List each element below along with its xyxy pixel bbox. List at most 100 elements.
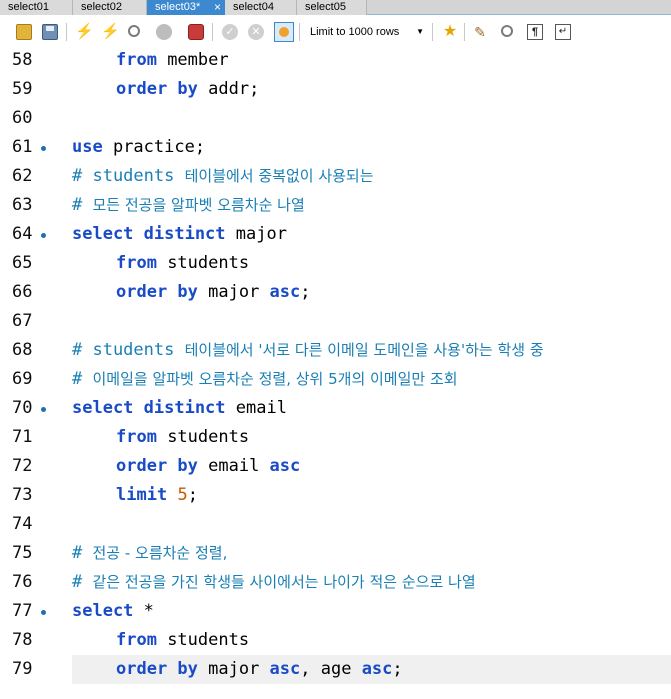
sql-text: major: [197, 659, 270, 679]
editor-line[interactable]: 64 select distinct major: [0, 220, 671, 249]
row-limit-label: Limit to 1000 rows: [310, 26, 400, 38]
sql-text: , age: [300, 659, 362, 679]
sql-text: students: [156, 427, 250, 447]
sql-keyword: from: [116, 253, 157, 273]
line-number: 76: [12, 572, 33, 592]
line-number: 64: [12, 224, 33, 244]
line-number: 68: [12, 340, 33, 360]
sql-text: ;: [392, 659, 403, 679]
editor-line[interactable]: 66 order by major asc;: [0, 278, 671, 307]
toolbar-separator: [432, 23, 433, 41]
sql-text: students: [156, 630, 250, 650]
toggle-error-icon[interactable]: [188, 24, 204, 40]
invisible-chars-icon[interactable]: ¶: [527, 24, 543, 40]
sql-keyword: select distinct: [72, 398, 226, 418]
commit-icon[interactable]: ✓: [222, 24, 238, 40]
line-number: 77: [12, 601, 33, 621]
word-wrap-icon[interactable]: ↵: [555, 24, 571, 40]
close-icon[interactable]: ×: [214, 0, 221, 14]
line-number: 70: [12, 398, 33, 418]
tab-select03[interactable]: select03* ×: [147, 0, 225, 15]
sql-text: practice;: [102, 137, 206, 157]
editor-line[interactable]: 72 order by email asc: [0, 452, 671, 481]
line-number: 69: [12, 369, 33, 389]
code-text: from students: [72, 249, 249, 278]
code-text: # students 테이블에서 중복없이 사용되는: [72, 162, 374, 191]
editor-line[interactable]: 60: [0, 104, 671, 133]
line-number: 73: [12, 485, 33, 505]
sql-keyword: asc: [269, 282, 301, 302]
editor-line[interactable]: 61 use practice;: [0, 133, 671, 162]
editor-line[interactable]: 73 limit 5;: [0, 481, 671, 510]
tab-select04[interactable]: select04: [225, 0, 297, 15]
editor-line[interactable]: 78 from students: [0, 626, 671, 655]
code-text: from member: [72, 46, 229, 75]
editor-line[interactable]: 69 # 이메일을 알파벳 오름차순 정렬, 상위 5개의 이메일만 조회: [0, 365, 671, 394]
editor-line[interactable]: 77 select *: [0, 597, 671, 626]
chevron-down-icon: ▼: [416, 27, 424, 36]
sql-text: students: [156, 253, 250, 273]
editor-line[interactable]: 79 order by major asc, age asc;: [0, 655, 671, 684]
find-icon[interactable]: [501, 25, 513, 37]
sql-keyword: asc: [361, 659, 393, 679]
sql-comment: 테이블에서 '서로 다른 이메일 도메인을 사용'하는 학생 중: [184, 341, 544, 359]
tab-select01[interactable]: select01: [0, 0, 73, 15]
code-text: order by major asc, age asc;: [72, 655, 403, 684]
autocommit-icon[interactable]: [274, 22, 294, 42]
bookmark-icon[interactable]: ★: [442, 24, 458, 40]
editor-line[interactable]: 58 from member: [0, 46, 671, 75]
line-number: 79: [12, 659, 33, 679]
editor-line[interactable]: 75 # 전공 - 오름차순 정렬,: [0, 539, 671, 568]
rollback-icon[interactable]: ✕: [248, 24, 264, 40]
sql-editor[interactable]: 58 from member 59 order by addr; 60 61 use pra…: [0, 45, 671, 699]
explain-icon[interactable]: [128, 25, 140, 37]
sql-keyword: from: [116, 50, 157, 70]
sql-text: ;: [187, 485, 198, 505]
line-number: 75: [12, 543, 33, 563]
sql-text: member: [156, 50, 229, 70]
editor-line[interactable]: 63 # 모든 전공을 알파벳 오름차순 나열: [0, 191, 671, 220]
tab-label: select04: [233, 1, 274, 13]
sql-comment: 같은 전공을 가진 학생들 사이에서는 나이가 적은 순으로 나열: [92, 573, 476, 591]
code-text: use practice;: [72, 133, 205, 162]
editor-line[interactable]: 59 order by addr;: [0, 75, 671, 104]
code-text: from students: [72, 626, 249, 655]
editor-line[interactable]: 68 # students 테이블에서 '서로 다른 이메일 도메인을 사용'하는…: [0, 336, 671, 365]
code-text: select distinct major: [72, 220, 287, 249]
sql-keyword: select: [72, 601, 134, 621]
tab-select05[interactable]: select05: [297, 0, 367, 15]
code-text: order by addr;: [72, 75, 259, 104]
line-number: 59: [12, 79, 33, 99]
execute-icon[interactable]: ⚡: [75, 24, 94, 40]
code-text: order by major asc;: [72, 278, 311, 307]
code-text: order by email asc: [72, 452, 300, 481]
statement-marker-icon: [41, 610, 46, 615]
execute-current-icon[interactable]: ⚡: [101, 24, 120, 40]
statement-marker-icon: [41, 146, 46, 151]
line-number: 72: [12, 456, 33, 476]
editor-line[interactable]: 62 # students 테이블에서 중복없이 사용되는: [0, 162, 671, 191]
editor-line[interactable]: 70 select distinct email: [0, 394, 671, 423]
sql-comment: #: [72, 369, 93, 389]
row-limit-select[interactable]: Limit to 1000 rows ▼: [304, 23, 428, 41]
sql-comment: #: [72, 543, 93, 563]
beautify-icon[interactable]: ✎: [472, 24, 488, 40]
editor-line[interactable]: 76 # 같은 전공을 가진 학생들 사이에서는 나이가 적은 순으로 나열: [0, 568, 671, 597]
line-number: 61: [12, 137, 33, 157]
code-text: select distinct email: [72, 394, 287, 423]
code-text: # 전공 - 오름차순 정렬,: [72, 539, 227, 568]
save-icon[interactable]: [42, 24, 58, 40]
sql-comment: #: [72, 572, 93, 592]
toolbar-separator: [66, 23, 67, 41]
tab-select02[interactable]: select02: [73, 0, 147, 15]
editor-line[interactable]: 67: [0, 307, 671, 336]
sql-comment: # students: [72, 340, 185, 360]
editor-line[interactable]: 74: [0, 510, 671, 539]
open-folder-icon[interactable]: [16, 24, 32, 40]
stop-icon[interactable]: [156, 24, 172, 40]
line-number: 58: [12, 50, 33, 70]
editor-line[interactable]: 71 from students: [0, 423, 671, 452]
editor-line[interactable]: 65 from students: [0, 249, 671, 278]
sql-keyword: asc: [269, 659, 301, 679]
